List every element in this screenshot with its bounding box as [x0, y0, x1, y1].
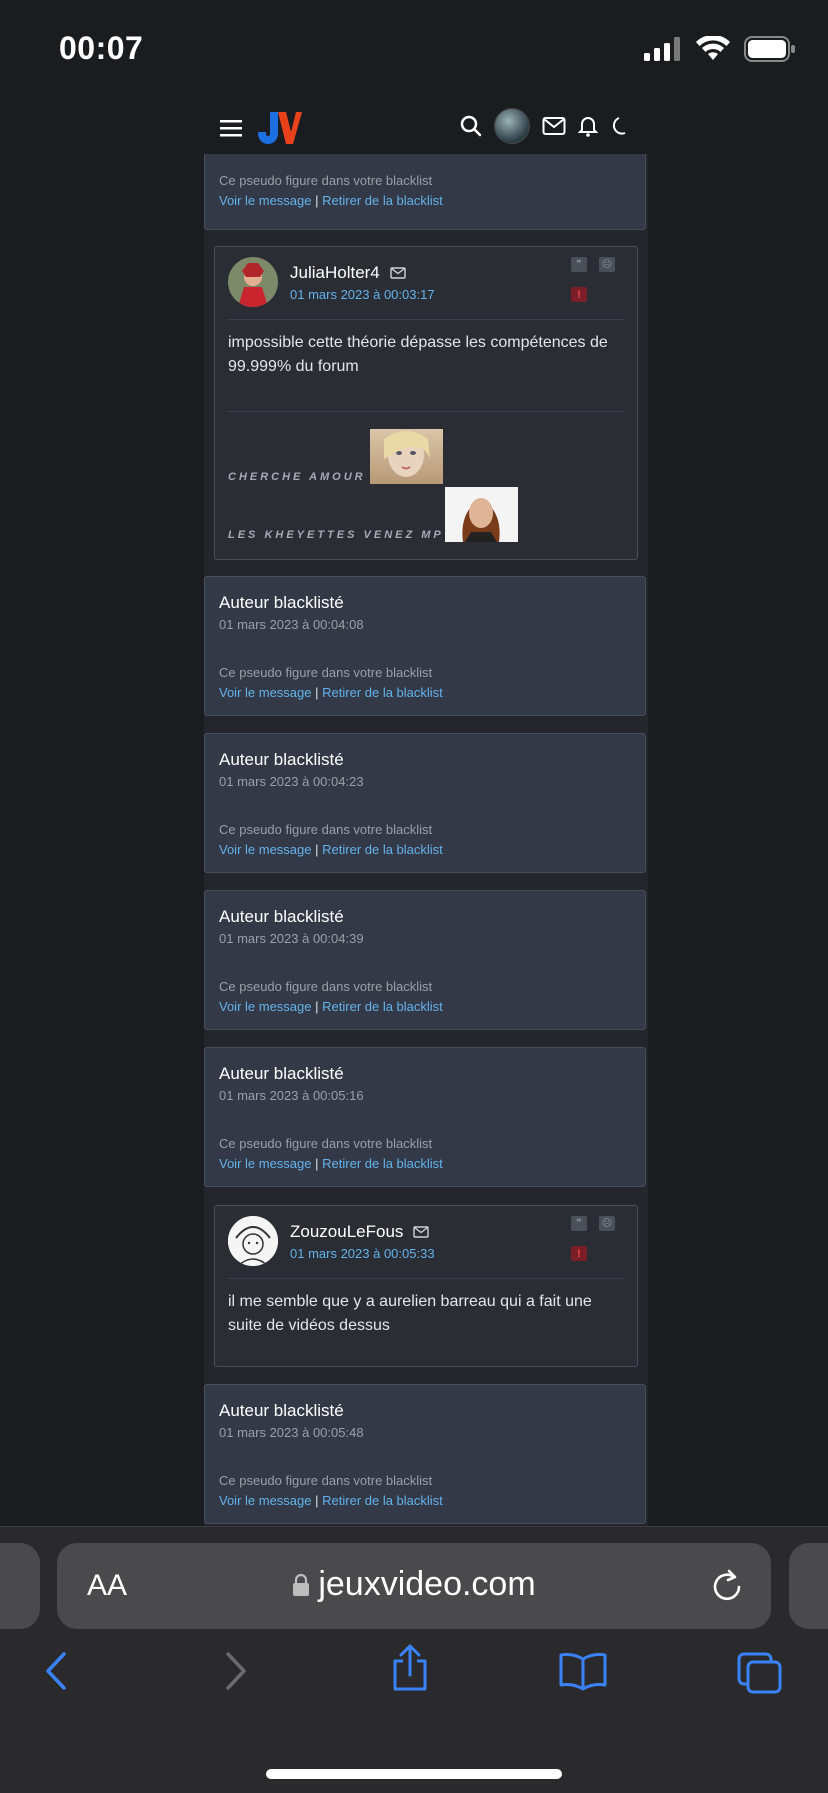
post-body: impossible cette théorie dépasse les com…	[228, 334, 608, 375]
view-message-link[interactable]: Voir le message	[219, 1493, 312, 1508]
address-bar[interactable]: AA jeuxvideo.com	[57, 1543, 771, 1629]
blacklist-title: Auteur blacklisté	[219, 593, 344, 612]
site-header	[204, 98, 648, 154]
remove-blacklist-link[interactable]: Retirer de la blacklist	[322, 999, 443, 1014]
battery-icon	[744, 36, 795, 62]
signature-line: LES KHEYETTES VENEZ MP	[228, 529, 444, 541]
blacklist-icon[interactable]: ☹	[599, 1216, 615, 1231]
post-body: il me semble que y a aurelien barreau qu…	[228, 1293, 592, 1334]
blacklist-icon[interactable]: ☹	[599, 257, 615, 272]
blacklist-card: Auteur blacklisté 01 mars 2023 à 00:04:0…	[204, 576, 646, 716]
user-avatar[interactable]	[494, 108, 530, 144]
view-message-link[interactable]: Voir le message	[219, 842, 312, 857]
signature-image	[370, 429, 443, 484]
forum-post: JuliaHolter4 01 mars 2023 à 00:03:17 ❞ ☹…	[214, 246, 638, 560]
blacklist-title: Auteur blacklisté	[219, 907, 344, 926]
blacklist-card: Auteur blacklisté 01 mars 2023 à 00:05:1…	[204, 1047, 646, 1187]
blacklist-date: 01 mars 2023 à 00:05:48	[219, 1425, 364, 1440]
post-author[interactable]: ZouzouLeFous	[290, 1222, 403, 1242]
bookmarks-icon[interactable]	[558, 1651, 608, 1691]
blacklist-card: Auteur blacklisté 01 mars 2023 à 00:04:3…	[204, 890, 646, 1030]
status-bar: 00:07	[0, 0, 828, 100]
signature-image	[445, 487, 518, 542]
post-date[interactable]: 01 mars 2023 à 00:03:17	[290, 287, 435, 302]
blacklist-card: Auteur blacklisté 01 mars 2023 à 00:05:4…	[204, 1384, 646, 1524]
message-list: Ce pseudo figure dans votre blacklist Vo…	[204, 154, 648, 1526]
blacklist-title: Auteur blacklisté	[219, 1401, 344, 1420]
home-indicator	[266, 1769, 562, 1779]
status-time: 00:07	[59, 30, 144, 66]
blacklist-card: Ce pseudo figure dans votre blacklist Vo…	[204, 154, 646, 230]
blacklist-date: 01 mars 2023 à 00:05:16	[219, 1088, 364, 1103]
url-text: jeuxvideo.com	[318, 1565, 536, 1603]
blacklist-note: Ce pseudo figure dans votre blacklist	[219, 1136, 433, 1151]
blacklist-note: Ce pseudo figure dans votre blacklist	[219, 173, 433, 188]
jv-logo-icon[interactable]	[258, 110, 302, 146]
next-tab-pill[interactable]	[789, 1543, 828, 1629]
mail-icon[interactable]	[542, 116, 566, 136]
blacklist-date: 01 mars 2023 à 00:04:39	[219, 931, 364, 946]
wifi-icon	[696, 36, 730, 60]
quote-icon[interactable]: ❞	[571, 257, 587, 272]
view-message-link[interactable]: Voir le message	[219, 193, 312, 208]
share-icon[interactable]	[390, 1643, 430, 1693]
menu-icon[interactable]	[220, 119, 242, 137]
report-icon[interactable]: !	[571, 287, 587, 302]
post-date[interactable]: 01 mars 2023 à 00:05:33	[290, 1246, 435, 1261]
post-avatar[interactable]	[228, 1216, 278, 1266]
previous-tab-pill[interactable]	[0, 1543, 40, 1629]
forward-icon[interactable]	[224, 1651, 248, 1691]
blacklist-date: 01 mars 2023 à 00:04:23	[219, 774, 364, 789]
bell-icon[interactable]	[578, 115, 598, 137]
post-avatar[interactable]	[228, 257, 278, 307]
tabs-icon[interactable]	[736, 1651, 784, 1695]
blacklist-note: Ce pseudo figure dans votre blacklist	[219, 822, 433, 837]
remove-blacklist-link[interactable]: Retirer de la blacklist	[322, 685, 443, 700]
search-icon[interactable]	[460, 115, 482, 137]
signal-icon	[644, 37, 680, 61]
remove-blacklist-link[interactable]: Retirer de la blacklist	[322, 1156, 443, 1171]
blacklist-title: Auteur blacklisté	[219, 750, 344, 769]
post-author[interactable]: JuliaHolter4	[290, 263, 380, 283]
remove-blacklist-link[interactable]: Retirer de la blacklist	[322, 842, 443, 857]
blacklist-date: 01 mars 2023 à 00:04:08	[219, 617, 364, 632]
moon-icon[interactable]	[610, 115, 632, 137]
blacklist-note: Ce pseudo figure dans votre blacklist	[219, 1473, 433, 1488]
blacklist-note: Ce pseudo figure dans votre blacklist	[219, 665, 433, 680]
view-message-link[interactable]: Voir le message	[219, 685, 312, 700]
mail-icon[interactable]	[413, 1226, 430, 1238]
blacklist-title: Auteur blacklisté	[219, 1064, 344, 1083]
blacklist-card: Auteur blacklisté 01 mars 2023 à 00:04:2…	[204, 733, 646, 873]
lock-icon	[293, 1573, 310, 1596]
browser-toolbar: AA jeuxvideo.com	[0, 1526, 828, 1793]
reload-icon[interactable]	[711, 1567, 745, 1603]
forum-post: ZouzouLeFous 01 mars 2023 à 00:05:33 ❞ ☹…	[214, 1205, 638, 1367]
back-icon[interactable]	[44, 1651, 68, 1691]
view-message-link[interactable]: Voir le message	[219, 999, 312, 1014]
blacklist-note: Ce pseudo figure dans votre blacklist	[219, 979, 433, 994]
remove-blacklist-link[interactable]: Retirer de la blacklist	[322, 193, 443, 208]
quote-icon[interactable]: ❞	[571, 1216, 587, 1231]
mail-icon[interactable]	[390, 267, 406, 279]
report-icon[interactable]: !	[571, 1246, 587, 1261]
view-message-link[interactable]: Voir le message	[219, 1156, 312, 1171]
signature-line: CHERCHE AMOUR	[228, 471, 366, 483]
remove-blacklist-link[interactable]: Retirer de la blacklist	[322, 1493, 443, 1508]
